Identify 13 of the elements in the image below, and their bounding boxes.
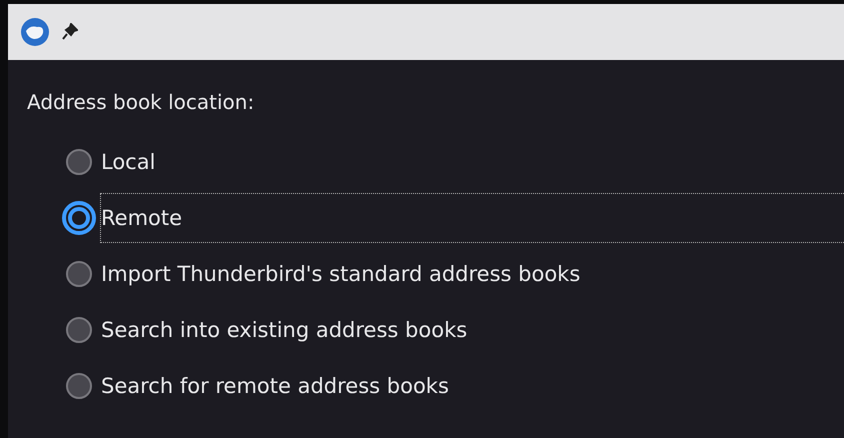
group-label: Address book location: xyxy=(27,90,254,114)
radio-label[interactable]: Search for remote address books xyxy=(100,361,450,411)
radio-label[interactable]: Remote xyxy=(100,193,844,243)
radio-button[interactable] xyxy=(66,317,92,343)
radio-button[interactable] xyxy=(66,149,92,175)
pin-icon[interactable] xyxy=(62,23,78,41)
radio-label[interactable]: Local xyxy=(100,137,156,187)
radio-label[interactable]: Import Thunderbird's standard address books xyxy=(100,249,582,299)
radio-button[interactable] xyxy=(62,201,96,235)
radio-button[interactable] xyxy=(66,261,92,287)
radio-button[interactable] xyxy=(66,373,92,399)
app-logo-icon xyxy=(20,17,50,47)
radio-label[interactable]: Search into existing address books xyxy=(100,305,468,355)
